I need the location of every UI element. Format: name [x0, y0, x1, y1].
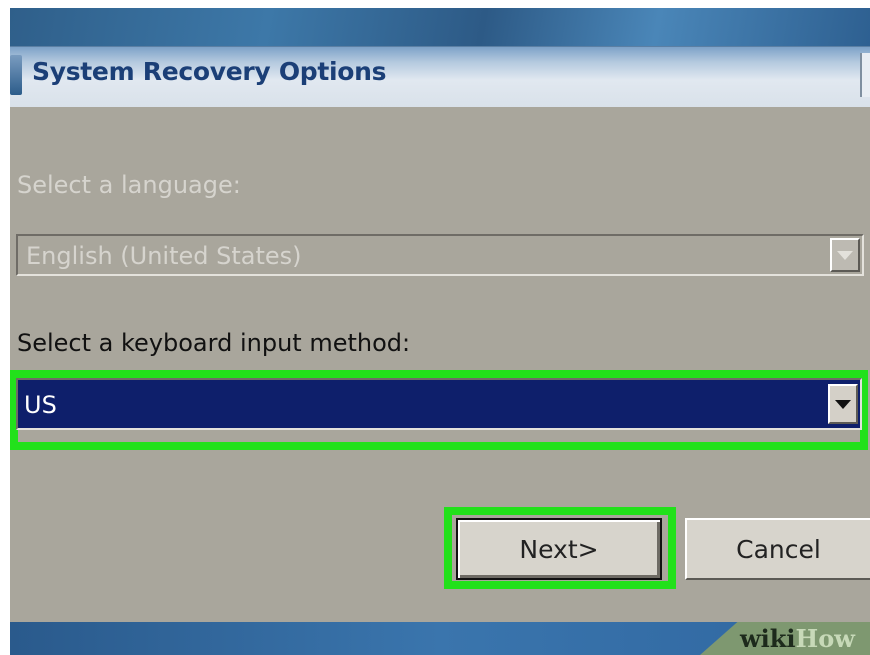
language-dropdown-arrow — [830, 238, 860, 272]
desktop-background-top — [10, 8, 870, 46]
keyboard-dropdown[interactable]: US — [16, 378, 862, 430]
cancel-button[interactable]: Cancel — [685, 518, 870, 580]
window-title-bar[interactable]: System Recovery Options — [10, 46, 870, 107]
dialog-client-area: Select a language: English (United State… — [10, 107, 870, 622]
language-dropdown: English (United States) — [16, 234, 864, 276]
dropdown-arrow-icon — [837, 250, 853, 260]
dropdown-arrow-icon — [835, 399, 851, 409]
window-icon — [10, 55, 22, 95]
keyboard-selected-value: US — [24, 391, 57, 419]
next-button[interactable]: Next> — [456, 518, 662, 580]
window-title: System Recovery Options — [32, 57, 387, 86]
language-label: Select a language: — [17, 171, 241, 199]
watermark-logo: wikiHow — [740, 624, 855, 653]
keyboard-label: Select a keyboard input method: — [17, 329, 411, 357]
window-frame-edge — [860, 53, 870, 97]
keyboard-dropdown-arrow[interactable] — [828, 384, 858, 424]
language-selected-value: English (United States) — [26, 242, 302, 270]
